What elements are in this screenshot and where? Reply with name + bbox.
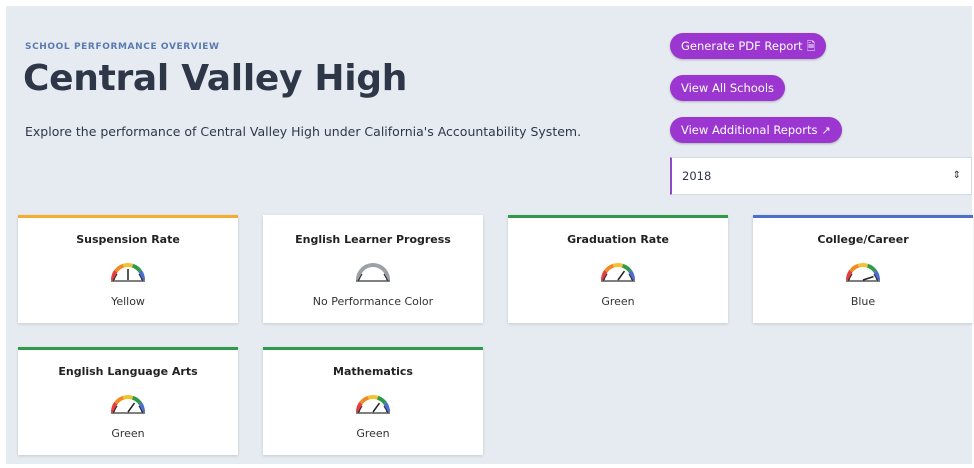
view-all-schools-label: View All Schools: [681, 81, 775, 95]
card-accent-bar: [18, 215, 238, 218]
indicator-status: No Performance Color: [312, 295, 434, 308]
indicator-label: English Language Arts: [58, 365, 198, 378]
card-accent-bar: [18, 347, 238, 350]
indicator-status: Green: [601, 295, 635, 308]
gauge-segment: [122, 263, 134, 268]
view-all-schools-button[interactable]: View All Schools: [670, 75, 786, 101]
gauge-segment: [367, 263, 379, 268]
gauge-segment: [376, 395, 387, 405]
gauge-needle: [862, 275, 874, 281]
card-accent-bar: [753, 215, 973, 218]
performance-gauge-icon: [845, 263, 881, 282]
gauge-segment: [359, 263, 370, 273]
year-select-value: 2018: [682, 169, 712, 183]
gauge-segment: [114, 263, 125, 273]
gauge-segment: [866, 263, 877, 273]
indicator-status: Blue: [850, 295, 876, 308]
card-accent-bar: [508, 215, 728, 218]
eyebrow-label: SCHOOL PERFORMANCE OVERVIEW: [25, 42, 220, 52]
gauge-segment: [114, 395, 125, 405]
gauge-segment: [131, 395, 142, 405]
indicator-card[interactable]: Graduation Rate Green: [508, 215, 728, 323]
card-accent-bar: [263, 347, 483, 350]
page-subtitle: Explore the performance of Central Valle…: [25, 124, 582, 139]
gauge-segment: [857, 263, 869, 268]
indicator-label: College/Career: [817, 233, 909, 246]
indicator-card[interactable]: Mathematics Green: [263, 347, 483, 455]
view-additional-reports-button[interactable]: View Additional Reports ↗: [670, 117, 842, 143]
performance-gauge-icon: [110, 395, 146, 414]
gauge-needle: [617, 270, 626, 281]
external-link-icon: ↗: [821, 124, 831, 137]
indicator-status: Green: [356, 427, 390, 440]
gauge-segment: [122, 395, 134, 400]
indicator-card[interactable]: English Learner Progress No Performance C…: [263, 215, 483, 323]
gauge-needle: [127, 402, 136, 413]
gauge-segment: [376, 263, 387, 273]
indicator-status: Yellow: [111, 295, 145, 308]
indicator-label: English Learner Progress: [295, 233, 451, 246]
view-additional-reports-label: View Additional Reports: [681, 123, 818, 137]
indicator-card[interactable]: English Language Arts Green: [18, 347, 238, 455]
indicator-card[interactable]: College/Career Blue: [753, 215, 973, 323]
gauge-segment: [621, 263, 632, 273]
performance-gauge-icon: [355, 395, 391, 414]
pdf-file-icon: 🗎: [806, 40, 816, 53]
indicator-label: Graduation Rate: [567, 233, 669, 246]
indicator-label: Mathematics: [333, 365, 413, 378]
gauge-segment: [131, 263, 142, 273]
gauge-segment: [367, 395, 379, 400]
select-caret-icon: ⇕: [952, 170, 961, 181]
gauge-segment: [604, 263, 615, 273]
performance-gauge-icon: [600, 263, 636, 282]
year-select[interactable]: 2018 ⇕: [670, 157, 972, 195]
performance-gauge-icon: [110, 263, 146, 282]
gauge-segment: [359, 395, 370, 405]
gauge-segment: [612, 263, 624, 268]
gauge-segment: [849, 263, 860, 273]
gauge-needle: [372, 402, 381, 413]
generate-pdf-label: Generate PDF Report: [681, 39, 803, 53]
generate-pdf-button[interactable]: Generate PDF Report 🗎: [670, 33, 827, 59]
performance-gauge-icon: [355, 263, 391, 282]
indicator-label: Suspension Rate: [76, 233, 180, 246]
indicator-card[interactable]: Suspension Rate Yellow: [18, 215, 238, 323]
page-title: Central Valley High: [23, 58, 408, 99]
indicator-status: Green: [111, 427, 145, 440]
